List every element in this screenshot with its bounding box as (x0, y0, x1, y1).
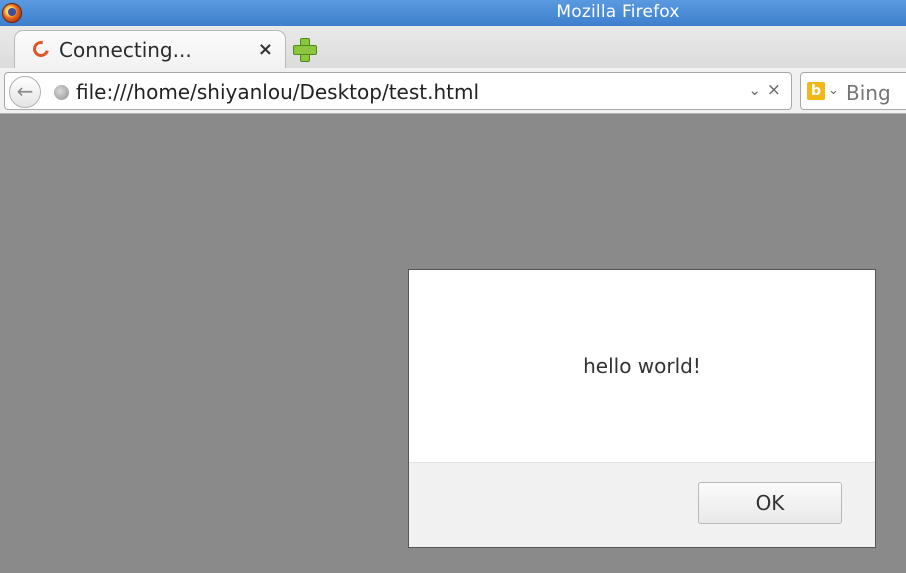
close-tab-button[interactable]: × (258, 39, 273, 60)
clear-url-button[interactable]: × (767, 80, 781, 100)
dialog-footer: OK (409, 462, 875, 547)
globe-icon[interactable] (54, 85, 69, 100)
alert-dialog: hello world! OK (408, 269, 876, 548)
search-engine-dropdown-icon[interactable]: ⌄ (828, 83, 839, 98)
bing-icon[interactable]: b (807, 82, 825, 100)
back-button[interactable]: ← (9, 76, 41, 108)
url-bar[interactable]: ← file:///home/shiyanlou/Desktop/test.ht… (4, 72, 792, 110)
search-bar[interactable]: b ⌄ (800, 72, 906, 110)
window-titlebar: Mozilla Firefox (0, 0, 906, 26)
tab-strip: Connecting... × (0, 26, 906, 68)
tab-label: Connecting... (59, 38, 192, 62)
chevron-down-icon[interactable]: ⌄ (748, 81, 761, 99)
alert-message: hello world! (583, 354, 701, 378)
tab-connecting[interactable]: Connecting... × (14, 30, 286, 68)
window-title: Mozilla Firefox (556, 2, 680, 22)
navigation-toolbar: ← file:///home/shiyanlou/Desktop/test.ht… (0, 68, 906, 114)
search-input[interactable] (846, 81, 906, 105)
url-input[interactable]: file:///home/shiyanlou/Desktop/test.html (76, 80, 479, 104)
loading-spinner-icon (30, 38, 52, 60)
ok-button[interactable]: OK (698, 482, 842, 524)
new-tab-button[interactable] (292, 37, 317, 62)
